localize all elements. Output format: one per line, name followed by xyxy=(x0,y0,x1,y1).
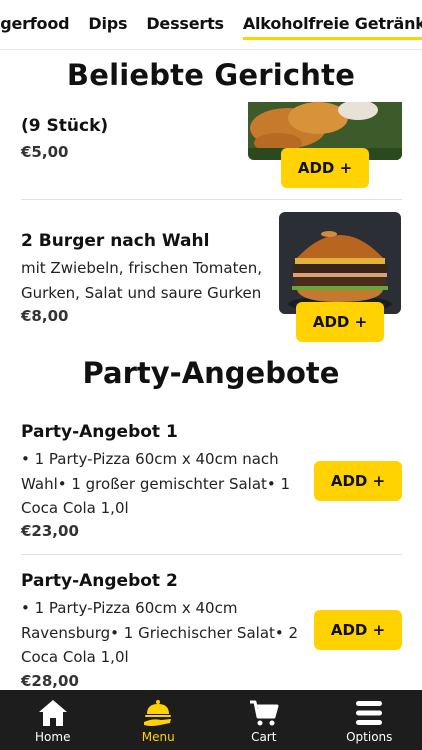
popular-item-name: 2 Burger nach Wahl xyxy=(21,231,210,251)
menu-lines-icon xyxy=(352,698,386,728)
section-title-party: Party-Angebote xyxy=(82,356,340,390)
item-divider xyxy=(21,199,402,200)
add-button[interactable]: ADD + xyxy=(314,610,402,650)
party-item-name: Party-Angebot 1 xyxy=(21,422,178,442)
party-item-price: €23,00 xyxy=(21,522,79,540)
category-tab-fingerfood[interactable]: ngerfood xyxy=(0,14,70,40)
category-nav[interactable]: ngerfood Dips Desserts Alkoholfreie Getr… xyxy=(0,0,422,50)
burger-image xyxy=(279,212,401,314)
tab-options[interactable]: Options xyxy=(317,690,422,750)
tab-label: Home xyxy=(35,730,71,744)
item-divider xyxy=(21,554,402,555)
tab-menu[interactable]: Menu xyxy=(106,690,212,750)
category-tab-desserts[interactable]: Desserts xyxy=(146,14,224,40)
home-icon xyxy=(36,698,70,728)
popular-item-price: €8,00 xyxy=(21,307,69,325)
category-tab-dips[interactable]: Dips xyxy=(88,14,127,40)
category-tab-alkoholfreie-getraenke[interactable]: Alkoholfreie Getränke xyxy=(242,14,422,40)
popular-item-price: €5,00 xyxy=(21,143,69,161)
sticky-section-header: Beliebte Gerichte xyxy=(0,52,422,102)
section-title-popular: Beliebte Gerichte xyxy=(66,58,356,92)
add-button[interactable]: ADD + xyxy=(281,148,369,188)
party-item-description: • 1 Party-Pizza 60cm x 40cm nach Wahl• 1… xyxy=(21,450,291,517)
add-button[interactable]: ADD + xyxy=(314,461,402,501)
menu-scroll-area[interactable]: (9 Stück) €5,00 ADD + 2 Burger nach Wahl… xyxy=(0,0,422,690)
bottom-tab-bar: Home Menu Cart Options xyxy=(0,690,422,750)
party-item-description: • 1 Party-Pizza 60cm x 40cm Ravensburg• … xyxy=(21,599,299,666)
food-cloche-icon xyxy=(141,698,175,728)
popular-item-description: mit Zwiebeln, frischen Tomaten, Gurken, … xyxy=(21,259,262,302)
cart-icon xyxy=(247,698,281,728)
tab-label: Menu xyxy=(141,730,175,744)
tab-label: Options xyxy=(346,730,393,744)
tab-cart[interactable]: Cart xyxy=(211,690,317,750)
party-item-price: €28,00 xyxy=(21,672,79,690)
popular-item-name-fragment: (9 Stück) xyxy=(21,116,109,136)
tab-label: Cart xyxy=(251,730,277,744)
add-button[interactable]: ADD + xyxy=(296,302,384,342)
party-item-name: Party-Angebot 2 xyxy=(21,571,178,591)
tab-home[interactable]: Home xyxy=(0,690,106,750)
